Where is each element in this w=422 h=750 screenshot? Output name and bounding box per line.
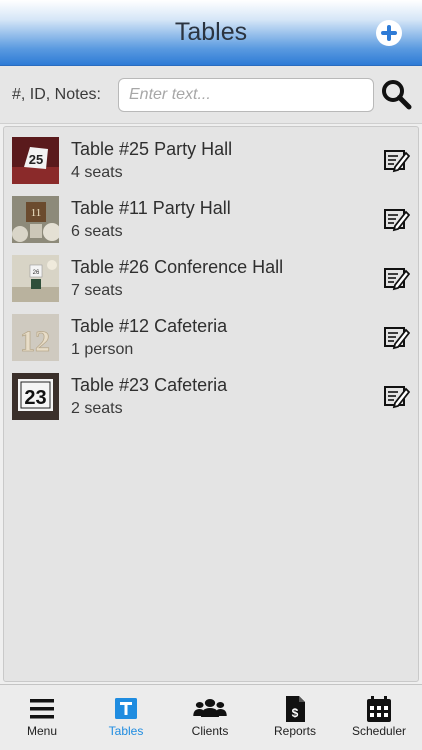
menu-icon [30,699,54,719]
tables-icon [115,698,137,719]
table-thumbnail: 23 [12,373,59,420]
table-list: 25 Table #25 Party Hall 4 seats 11 Table… [3,126,419,682]
clients-icon [193,699,227,717]
tab-menu[interactable]: Menu [0,685,84,750]
tab-scheduler[interactable]: Scheduler [337,685,421,750]
list-item-table-12[interactable]: 12 Table #12 Cafeteria 1 person [4,304,418,362]
reports-icon: $ [286,696,305,722]
table-number-label: 12 [20,325,50,358]
search-input[interactable] [118,78,374,112]
list-item-table-23[interactable]: 23 Table #23 Cafeteria 2 seats [4,363,418,421]
bottom-tab-bar: Menu Tables Clients $ Reports Scheduler [0,684,422,750]
table-seats: 7 seats [71,282,123,299]
table-seats: 1 person [71,341,134,358]
table-number-label: 11 [31,207,42,219]
table-title: Table #12 Cafeteria [71,316,228,336]
table-thumbnail: 12 [12,314,59,361]
list-item-table-11[interactable]: 11 Table #11 Party Hall 6 seats [4,186,418,244]
search-icon[interactable] [380,78,412,110]
table-number-label: 26 [33,270,40,276]
table-thumbnail: 26 [12,255,59,302]
table-seats: 4 seats [71,164,123,181]
tab-tables[interactable]: Tables [84,685,168,750]
table-title: Table #25 Party Hall [71,139,233,159]
edit-notes-icon[interactable] [382,206,410,232]
table-number-label: 25 [29,152,43,167]
header-bar: Tables [0,0,422,66]
search-bar: #, ID, Notes: [0,66,422,124]
table-seats: 6 seats [71,223,123,240]
tab-clients[interactable]: Clients [168,685,252,750]
table-title: Table #23 Cafeteria [71,375,228,395]
calendar-icon [367,696,391,722]
tab-label: Reports [273,724,317,738]
table-title: Table #26 Conference Hall [71,257,284,277]
table-thumbnail: 11 [12,196,59,243]
tab-label: Clients [191,724,229,738]
tab-label: Menu [26,724,58,738]
page-title: Tables [174,18,248,46]
table-thumbnail: 25 [12,137,59,184]
tab-reports[interactable]: $ Reports [253,685,337,750]
list-item-table-26[interactable]: 26 Table #26 Conference Hall 7 seats [4,245,418,303]
add-table-button[interactable] [376,20,402,46]
tab-label: Tables [108,724,144,738]
edit-notes-icon[interactable] [382,265,410,291]
edit-notes-icon[interactable] [382,147,410,173]
svg-text:$: $ [292,706,299,720]
edit-notes-icon[interactable] [382,324,410,350]
tab-label: Scheduler [351,724,407,738]
table-number-label: 23 [24,387,46,409]
list-item-table-25[interactable]: 25 Table #25 Party Hall 4 seats [4,127,418,185]
edit-notes-icon[interactable] [382,383,410,409]
table-title: Table #11 Party Hall [71,198,231,218]
table-seats: 2 seats [71,400,123,417]
search-label: #, ID, Notes: [12,86,101,103]
